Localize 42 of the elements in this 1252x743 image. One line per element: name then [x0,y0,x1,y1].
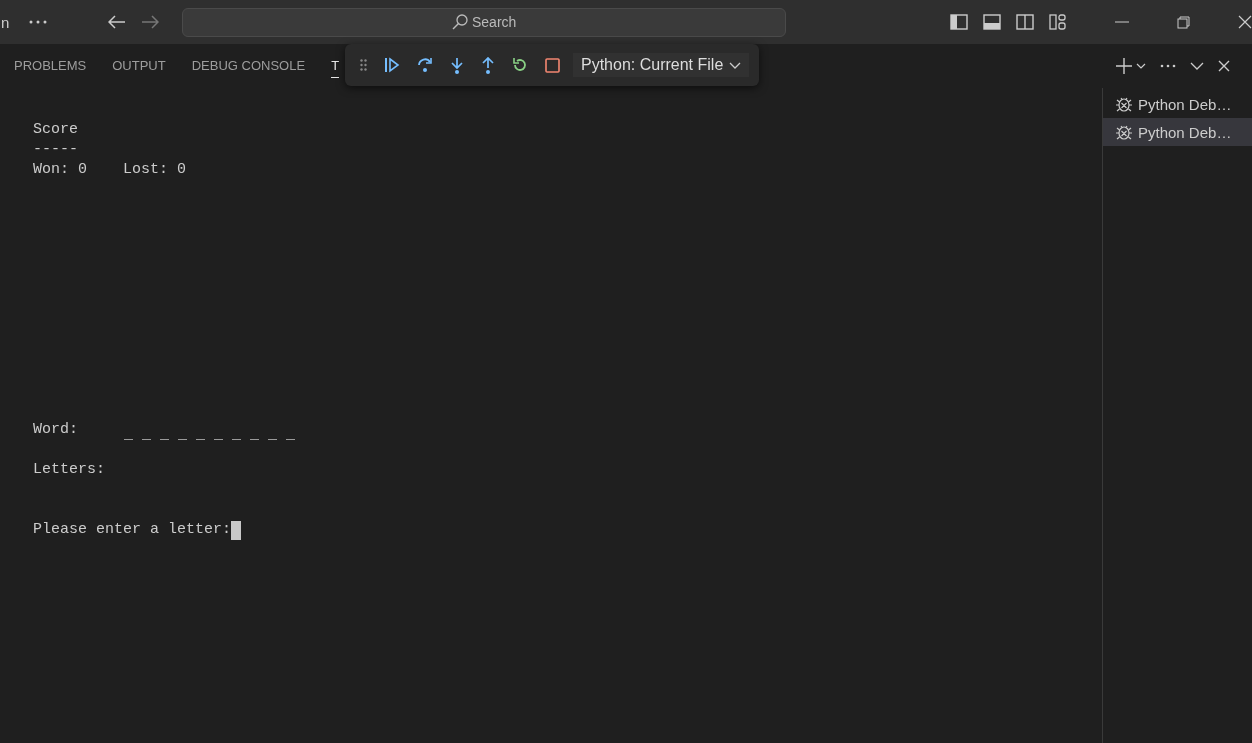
continue-icon[interactable] [384,57,400,73]
terminal-list-item[interactable]: Python Deb… [1103,90,1252,118]
panel-tab[interactable]: PROBLEMS [14,54,87,78]
terminal-line: ----- [33,140,78,160]
more-icon[interactable] [1160,64,1176,68]
text-cursor [231,520,242,540]
forward-arrow-icon[interactable] [141,15,160,29]
panel-toggle-icon[interactable] [983,14,1001,30]
chevron-down-icon [729,61,742,69]
sidebar-toggle-icon[interactable] [950,14,968,30]
panel-tab[interactable]: OUTPUT [112,54,166,78]
step-into-icon[interactable] [450,56,464,74]
step-over-icon[interactable] [417,57,433,73]
stop-icon[interactable] [545,57,560,73]
terminal-line: Letters: [33,460,105,480]
terminal-line: Score [33,120,78,140]
menu-item[interactable]: n [1,13,10,31]
bug-icon [1115,95,1133,113]
drag-handle-icon[interactable] [360,59,367,71]
close-icon[interactable] [1218,60,1230,72]
terminal-line: Won: 0 Lost: 0 [33,160,187,180]
panel-tab[interactable]: DEBUG CONSOLE [191,54,306,78]
layout-icon[interactable] [1049,14,1067,30]
configuration-dropdown[interactable]: Python: Current File [573,53,750,77]
terminal-list-item[interactable]: Python Deb… [1103,118,1252,146]
bug-icon [1115,123,1133,141]
more-icon[interactable] [29,20,48,24]
terminal-line: _ _ _ _ _ _ _ _ _ _ [124,425,296,445]
panel-tab[interactable]: T [331,54,340,78]
terminal-line: Please enter a letter: [33,520,232,540]
terminal-line: Word: [33,420,78,440]
chevron-down-icon[interactable] [1136,63,1146,69]
split-layout-icon[interactable] [1016,14,1034,30]
close-icon[interactable] [1238,15,1252,29]
step-out-icon[interactable] [481,56,495,74]
plus-icon[interactable] [1116,58,1132,74]
restart-icon[interactable] [512,57,528,73]
chevron-down-icon[interactable] [1190,62,1204,70]
search-field[interactable]: Search [182,7,786,37]
restore-icon[interactable] [1177,15,1190,29]
search-icon [452,14,468,30]
back-arrow-icon[interactable] [108,15,127,29]
